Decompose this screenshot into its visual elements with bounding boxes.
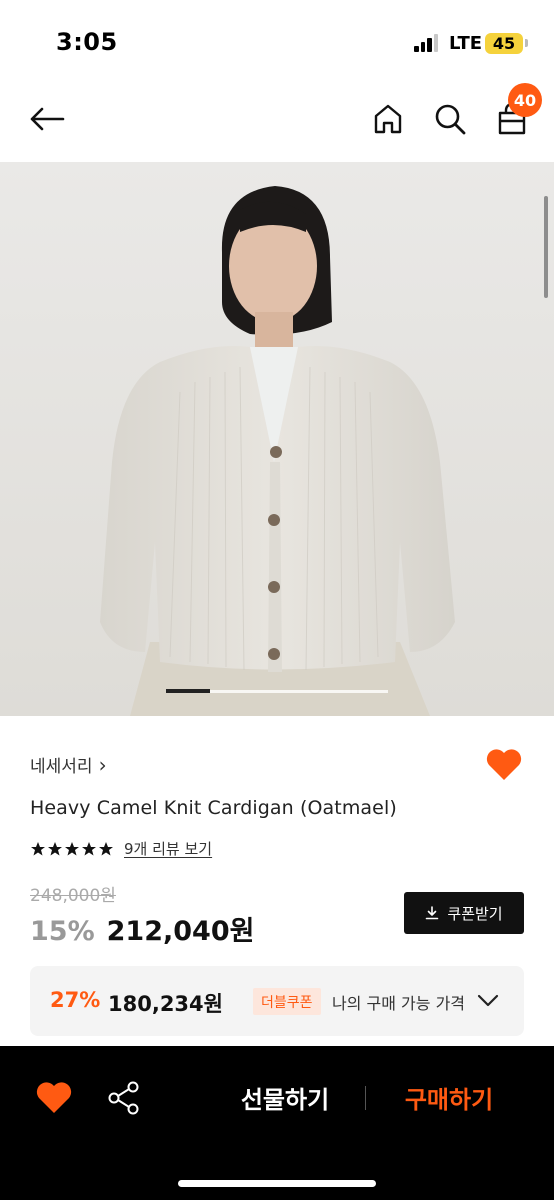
heart-icon[interactable] (34, 1078, 74, 1118)
star-icon (65, 841, 79, 855)
battery-level: 45 (492, 34, 516, 53)
rating-stars (30, 841, 114, 857)
star-icon (82, 841, 96, 855)
cart-count-badge: 40 (508, 83, 542, 117)
price-row: 15% 212,040원 (30, 909, 254, 948)
original-price: 248,000원 (30, 886, 116, 906)
my-price-panel[interactable]: 27% 180,234원 더블쿠폰 나의 구매 가능 가격 (30, 966, 524, 1036)
brand-name: 네세서리 (30, 757, 93, 777)
buy-button[interactable]: 구매하기 (384, 1079, 514, 1115)
download-icon (426, 906, 439, 920)
my-price-value: 180,234원 (108, 992, 223, 1016)
review-link[interactable]: 9개 리뷰 보기 (124, 838, 212, 859)
network-type: LTE (449, 33, 483, 54)
coupon-button-label: 쿠폰받기 (447, 904, 503, 923)
double-coupon-tag: 더블쿠폰 (253, 988, 321, 1015)
product-name: Heavy Camel Knit Cardigan (Oatmael) (30, 797, 397, 819)
chevron-right-icon: › (98, 752, 107, 777)
battery-icon: 45 (485, 33, 523, 54)
product-image-gallery[interactable] (0, 162, 554, 716)
chevron-down-icon[interactable] (476, 989, 500, 1013)
my-price-label: 나의 구매 가능 가격 (332, 994, 466, 1013)
star-icon (99, 841, 113, 855)
signal-icon (414, 34, 440, 52)
bottom-action-bar: 선물하기 구매하기 (0, 1046, 554, 1200)
battery-tip (525, 39, 528, 47)
home-icon[interactable] (368, 98, 408, 140)
gallery-scrollbar[interactable] (544, 196, 548, 298)
star-icon (48, 841, 62, 855)
share-icon[interactable] (104, 1078, 144, 1118)
gift-button[interactable]: 선물하기 (220, 1079, 350, 1115)
heart-icon[interactable] (484, 745, 524, 785)
search-icon[interactable] (430, 98, 470, 140)
status-time: 3:05 (56, 28, 118, 56)
top-nav (0, 80, 554, 162)
discount-rate: 15% (30, 916, 95, 947)
gallery-progress-fill (166, 689, 211, 693)
divider (365, 1086, 366, 1110)
brand-link[interactable]: 네세서리 › (30, 752, 107, 778)
product-photo (0, 162, 554, 716)
coupon-download-button[interactable]: 쿠폰받기 (404, 892, 524, 934)
star-icon (31, 841, 45, 855)
arrow-left-icon[interactable] (26, 98, 68, 140)
status-bar: 3:05 LTE 45 (0, 0, 554, 80)
sale-price: 212,040원 (106, 916, 255, 947)
rating-row: 9개 리뷰 보기 (30, 838, 212, 859)
my-price-discount: 27% (50, 988, 101, 1012)
home-indicator[interactable] (178, 1180, 376, 1187)
